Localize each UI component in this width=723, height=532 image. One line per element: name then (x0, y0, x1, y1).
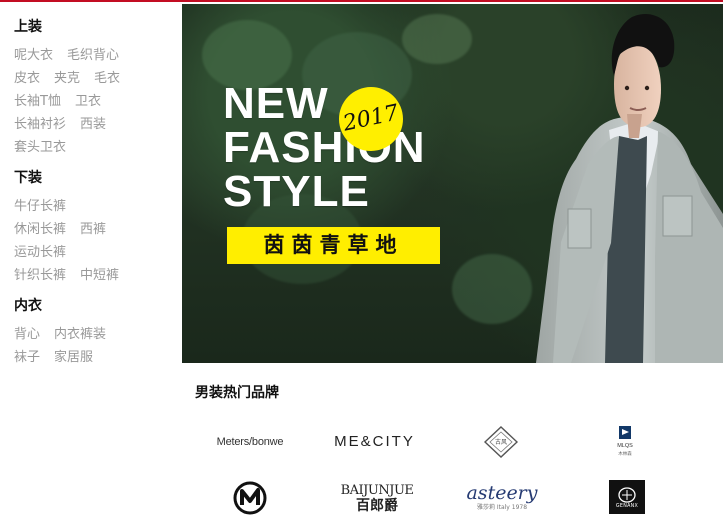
me-city-logo: ME&CITY (334, 432, 415, 450)
category-row: 休闲长裤 西裤 (14, 218, 181, 241)
baijunjue-cn-text: 百郎爵 (356, 497, 398, 514)
category-tops: 上装 呢大衣 毛织背心 皮衣 夹克 毛衣 长袖T恤 卫衣 长袖衬衫 西装 套头卫衣 (14, 18, 181, 159)
crest-logo-icon (618, 486, 636, 503)
hot-brands-section: 男装热门品牌 Meters/bonwe ME&CITY 古风 MLQS 木林森 (182, 363, 723, 532)
category-bottoms: 下装 牛仔长裤 休闲长裤 西裤 运动长裤 针织长裤 中短裤 (14, 169, 181, 287)
category-row: 长袖衬衫 西装 (14, 113, 181, 136)
category-link-hoodie[interactable]: 卫衣 (75, 90, 101, 113)
category-row: 套头卫衣 (14, 136, 181, 159)
dark-brand-name: GENANX (615, 503, 639, 509)
banner-foliage (402, 14, 472, 64)
banner-slogan: 茵茵青草地 (227, 227, 440, 264)
category-title-bottoms: 下装 (14, 170, 42, 186)
category-row: 运动长裤 (14, 241, 181, 264)
brands-title: 男装热门品牌 (195, 385, 279, 401)
category-link-jeans[interactable]: 牛仔长裤 (14, 195, 66, 218)
asteery-logo-text: asteery (466, 481, 538, 504)
category-link-sweater[interactable]: 毛衣 (94, 67, 120, 90)
category-link-long-shirt[interactable]: 长袖衬衫 (14, 113, 66, 136)
category-link-jacket[interactable]: 夹克 (54, 67, 80, 90)
fashion-banner[interactable]: NEW FASHION STYLE 2017 茵茵青草地 (182, 4, 723, 363)
category-title-tops: 上装 (14, 19, 42, 35)
category-link-homewear[interactable]: 家居服 (54, 346, 93, 369)
category-row: 袜子 家居服 (14, 346, 181, 369)
category-link-sport-pants[interactable]: 运动长裤 (14, 241, 66, 264)
svg-text:MLQS: MLQS (617, 443, 633, 449)
category-row: 长袖T恤 卫衣 (14, 90, 181, 113)
mlqs-logo-icon: MLQS 木林森 (617, 426, 633, 457)
category-link-wool-coat[interactable]: 呢大衣 (14, 44, 53, 67)
category-link-long-tee[interactable]: 长袖T恤 (14, 90, 61, 113)
fashion-model-image (536, 14, 723, 363)
category-link-knit-pants[interactable]: 针织长裤 (14, 264, 66, 287)
category-link-pullover-hoodie[interactable]: 套头卫衣 (14, 136, 66, 159)
category-link-suit-pants[interactable]: 西裤 (80, 218, 106, 241)
asteery-subtitle: 雅莎莉 Italy 1978 (476, 503, 528, 511)
category-row: 皮衣 夹克 毛衣 (14, 67, 181, 90)
page: 上装 呢大衣 毛织背心 皮衣 夹克 毛衣 长袖T恤 卫衣 长袖衬衫 西装 套头卫衣 下装 … (0, 0, 723, 532)
brand-asteery[interactable]: asteery 雅莎莉 Italy 1978 (466, 481, 538, 511)
category-link-socks[interactable]: 袜子 (14, 346, 40, 369)
category-title-underwear: 内衣 (14, 298, 42, 314)
category-link-casual-pants[interactable]: 休闲长裤 (14, 218, 66, 241)
category-row: 针织长裤 中短裤 (14, 264, 181, 287)
headline-line-3: STYLE (223, 167, 370, 216)
category-link-shorts[interactable]: 中短裤 (80, 264, 119, 287)
brand-dark-logo[interactable]: GENANX (609, 480, 645, 514)
brand-baijunjue[interactable]: BAIJUNJUE 百郎爵 (337, 481, 417, 515)
brand-meters-bonwe[interactable]: Meters/bonwe (208, 432, 292, 452)
n-circle-logo-icon (233, 481, 267, 515)
brand-me-city[interactable]: ME&CITY (322, 429, 427, 453)
category-link-vest[interactable]: 背心 (14, 323, 40, 346)
category-link-leather[interactable]: 皮衣 (14, 67, 40, 90)
baijunjue-logo-text: BAIJUNJUE (340, 482, 414, 498)
meters-bonwe-logo: Meters/bonwe (216, 436, 284, 448)
brand-n-logo[interactable] (232, 480, 268, 516)
svg-text:木林森: 木林森 (618, 450, 632, 457)
category-link-suit[interactable]: 西装 (80, 113, 106, 136)
category-sidebar: 上装 呢大衣 毛织背心 皮衣 夹克 毛衣 长袖T恤 卫衣 长袖衬衫 西装 套头卫衣 下装 … (0, 4, 181, 532)
svg-text:古风: 古风 (495, 438, 507, 446)
diamond-logo-icon: 古风 (483, 426, 519, 458)
category-row: 牛仔长裤 (14, 195, 181, 218)
category-link-underwear-set[interactable]: 内衣裤装 (54, 323, 106, 346)
brand-ancient-diamond[interactable]: 古风 (482, 426, 520, 458)
category-row: 呢大衣 毛织背心 (14, 44, 181, 67)
category-underwear: 内衣 背心 内衣裤装 袜子 家居服 (14, 297, 181, 369)
category-row: 背心 内衣裤装 (14, 323, 181, 346)
category-link-knit-vest[interactable]: 毛织背心 (67, 44, 119, 67)
brand-mlqs[interactable]: MLQS 木林森 (610, 425, 640, 459)
